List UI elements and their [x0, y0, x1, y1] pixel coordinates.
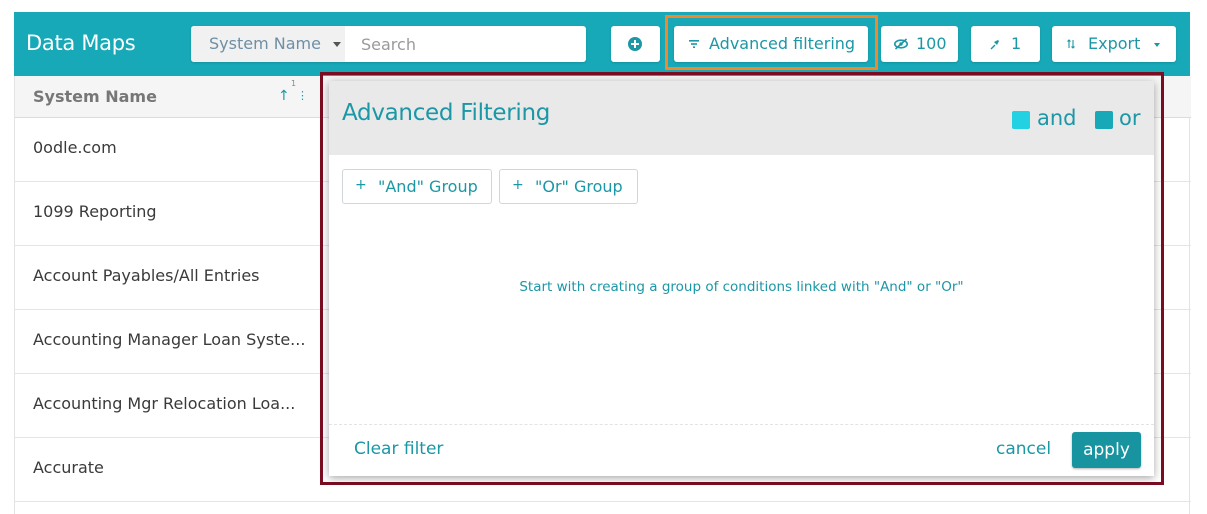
dialog-title: Advanced Filtering	[342, 100, 551, 126]
export-label: Export	[1088, 34, 1141, 53]
export-button[interactable]: Export	[1052, 26, 1176, 62]
table-cell: 1099 Reporting	[33, 202, 157, 221]
empty-state-message: Start with creating a group of condition…	[519, 279, 964, 295]
dialog-header: Advanced Filtering and or	[329, 81, 1154, 155]
search-field-label: System Name	[209, 34, 321, 53]
sort-order-badge: 1	[291, 79, 297, 88]
plus-circle-icon	[628, 37, 642, 51]
and-legend-label: and	[1037, 106, 1077, 130]
apply-button[interactable]: apply	[1072, 432, 1141, 468]
filter-icon	[688, 36, 700, 55]
add-record-button[interactable]	[611, 26, 660, 62]
search-field-select[interactable]: System Name	[191, 26, 345, 62]
table-cell: Accurate	[33, 458, 104, 477]
or-group-label: "Or" Group	[535, 177, 623, 196]
page: System Name ↑ 1 ⋮ 0odle.com 1099 Reporti…	[0, 0, 1207, 514]
column-header-system-name[interactable]: System Name	[33, 87, 157, 106]
hidden-count: 100	[916, 34, 947, 53]
advanced-filtering-button[interactable]: Advanced filtering	[674, 26, 868, 62]
add-or-group-button[interactable]: + "Or" Group	[499, 169, 638, 204]
and-group-label: "And" Group	[378, 177, 478, 196]
table-cell: Account Payables/All Entries	[33, 266, 260, 285]
plus-icon: +	[355, 177, 367, 193]
table-cell: 0odle.com	[33, 138, 117, 157]
sort-arrows-icon	[1066, 36, 1076, 55]
add-and-group-button[interactable]: + "And" Group	[342, 169, 492, 204]
or-swatch	[1095, 111, 1113, 129]
header-toolbar: Data Maps System Name Advanced filtering…	[14, 12, 1190, 76]
cancel-button[interactable]: cancel	[996, 439, 1051, 459]
column-menu-icon[interactable]: ⋮	[297, 89, 308, 102]
or-legend-label: or	[1119, 106, 1141, 130]
chevron-down-icon	[333, 42, 341, 47]
and-swatch	[1012, 111, 1030, 129]
search-input[interactable]	[349, 26, 581, 62]
hidden-columns-button[interactable]: 100	[881, 26, 958, 62]
dialog-footer: Clear filter cancel apply	[329, 424, 1154, 476]
pinned-columns-button[interactable]: 1	[971, 26, 1040, 62]
table-cell: Accounting Manager Loan Syste...	[33, 330, 306, 349]
eye-slash-icon	[893, 36, 909, 55]
advanced-filtering-label: Advanced filtering	[709, 34, 856, 53]
clear-filter-button[interactable]: Clear filter	[354, 439, 443, 459]
page-title: Data Maps	[26, 31, 136, 55]
plus-icon: +	[512, 177, 524, 193]
advanced-filtering-dialog: Advanced Filtering and or + "And" Group …	[329, 81, 1154, 476]
search-group: System Name	[191, 26, 586, 62]
pinned-count: 1	[1011, 34, 1022, 53]
chevron-down-icon	[1154, 43, 1160, 47]
sort-ascending-icon[interactable]: ↑	[278, 88, 290, 104]
pin-icon	[989, 36, 1001, 55]
table-cell: Accounting Mgr Relocation Loa...	[33, 394, 296, 413]
